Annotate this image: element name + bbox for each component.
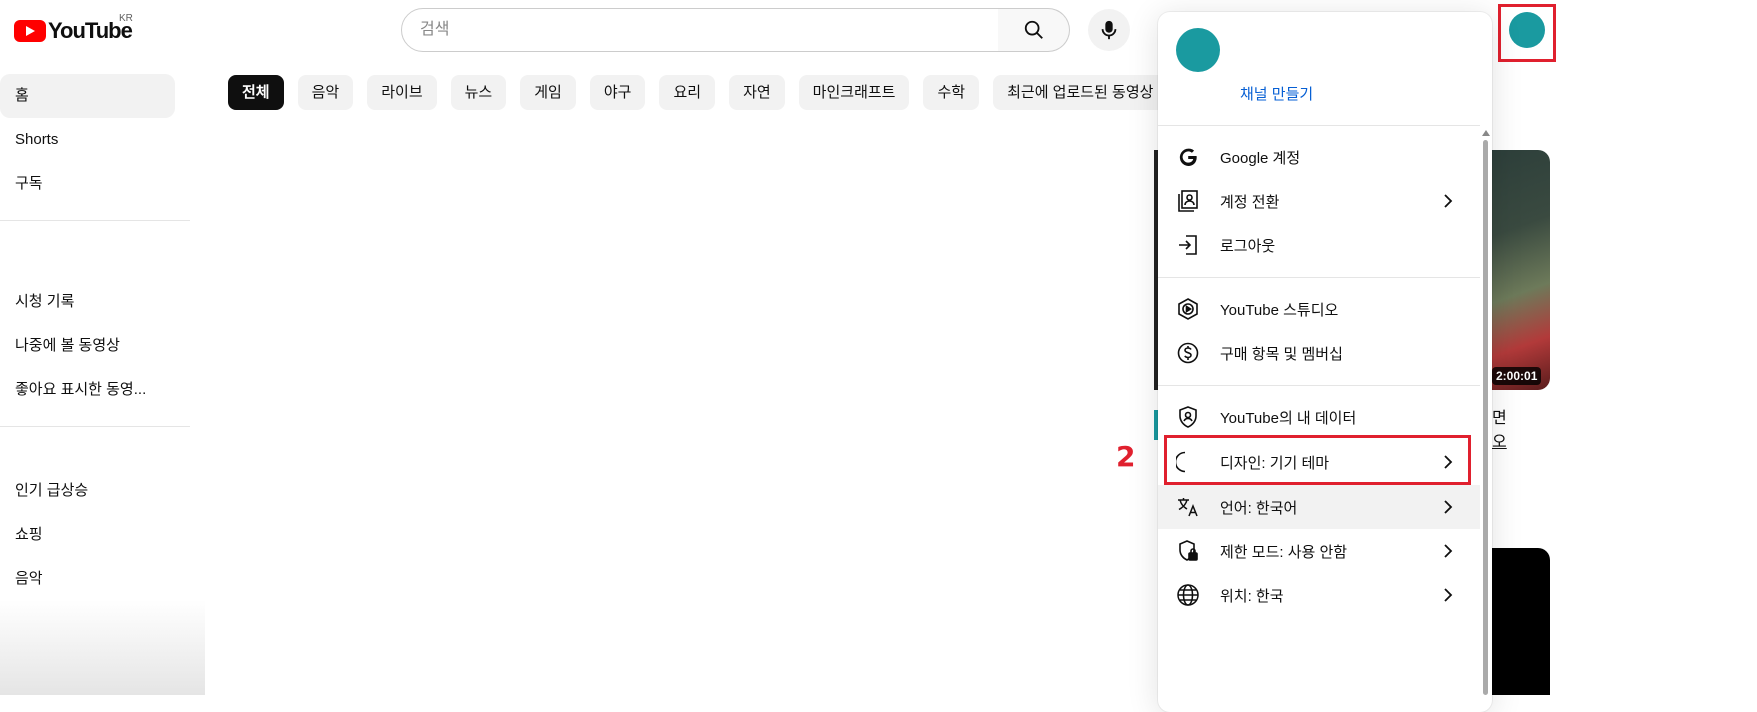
chip-live[interactable]: 라이브	[367, 75, 437, 110]
chevron-right-icon	[1440, 543, 1456, 559]
menu-divider	[1158, 277, 1480, 278]
sidebar-fade	[0, 600, 205, 695]
chip-cooking[interactable]: 요리	[659, 75, 716, 110]
chip-recently-uploaded[interactable]: 최근에 업로드된 동영상	[993, 75, 1168, 110]
menu-item-label: 위치: 한국	[1220, 587, 1284, 605]
category-chips: 전체 음악 라이브 뉴스 게임 야구 요리 자연 마인크래프트 수학 최근에 업…	[228, 75, 1168, 110]
menu-item-label: 구매 항목 및 멤버십	[1220, 345, 1343, 363]
sidebar-item-watch-later[interactable]: 나중에 볼 동영상	[0, 324, 175, 368]
menu-item-location[interactable]: 위치: 한국	[1158, 573, 1480, 617]
sidebar-item-home[interactable]: 홈	[0, 74, 175, 118]
menu-avatar	[1176, 28, 1220, 72]
annotation-number-2: 2	[1116, 440, 1136, 473]
search-icon	[1024, 20, 1043, 39]
menu-item-switch-account[interactable]: 계정 전환	[1158, 179, 1480, 223]
menu-divider	[1158, 385, 1480, 386]
chip-baseball[interactable]: 야구	[589, 75, 646, 110]
chip-news[interactable]: 뉴스	[450, 75, 507, 110]
studio-icon	[1175, 296, 1201, 322]
sidebar-item-shopping[interactable]: 쇼핑	[0, 513, 175, 557]
sidebar-item-shorts[interactable]: Shorts	[0, 118, 175, 162]
chevron-right-icon	[1440, 587, 1456, 603]
chip-math[interactable]: 수학	[923, 75, 980, 110]
chevron-right-icon	[1440, 499, 1456, 515]
dollar-icon	[1175, 340, 1201, 366]
restricted-icon	[1175, 538, 1201, 564]
chip-minecraft[interactable]: 마인크래프트	[798, 75, 910, 110]
sidebar-item-liked-videos[interactable]: 좋아요 표시한 동영...	[0, 368, 175, 412]
sign-out-icon	[1175, 232, 1201, 258]
sidebar-item-music[interactable]: 음악	[0, 557, 175, 601]
annotation-box-1	[1498, 4, 1556, 62]
sidebar: 홈 Shorts 구독 시청 기록 나중에 볼 동영상 좋아요 표시한 동영..…	[0, 74, 190, 601]
menu-item-restricted-mode[interactable]: 제한 모드: 사용 안함	[1158, 529, 1480, 573]
menu-item-label: 언어: 한국어	[1220, 499, 1298, 517]
chevron-right-icon	[1440, 193, 1456, 209]
region-code: KR	[119, 13, 133, 24]
sidebar-divider	[0, 426, 190, 427]
sidebar-divider	[0, 220, 190, 221]
translate-icon	[1175, 494, 1201, 520]
menu-item-label: YouTube 스튜디오	[1220, 301, 1339, 319]
sidebar-item-history[interactable]: 시청 기록	[0, 280, 175, 324]
menu-item-your-data[interactable]: YouTube의 내 데이터	[1158, 395, 1480, 439]
account-menu: 채널 만들기 Google 계정 계정 전환 로그아웃 YouTube 스튜디오	[1158, 12, 1492, 712]
voice-search-button[interactable]	[1088, 9, 1130, 51]
menu-item-youtube-studio[interactable]: YouTube 스튜디오	[1158, 287, 1480, 331]
menu-item-label: 로그아웃	[1220, 237, 1276, 255]
annotation-box-2	[1164, 435, 1471, 485]
chip-nature[interactable]: 자연	[729, 75, 785, 110]
switch-account-icon	[1175, 188, 1201, 214]
menu-item-sign-out[interactable]: 로그아웃	[1158, 223, 1480, 267]
menu-item-google-account[interactable]: Google 계정	[1158, 135, 1480, 179]
menu-item-language[interactable]: 언어: 한국어	[1158, 485, 1480, 529]
channel-name-fragment[interactable]: 오	[1492, 428, 1507, 452]
video-title-fragment[interactable]: 면	[1492, 404, 1507, 428]
menu-scrollbar[interactable]	[1483, 140, 1488, 695]
microphone-icon	[1101, 20, 1117, 40]
sidebar-item-subscriptions[interactable]: 구독	[0, 162, 175, 206]
sidebar-item-trending[interactable]: 인기 급상승	[0, 469, 175, 513]
chip-gaming[interactable]: 게임	[520, 75, 576, 110]
shield-user-icon	[1175, 404, 1201, 430]
globe-icon	[1175, 582, 1201, 608]
scroll-up-arrow-icon[interactable]	[1482, 130, 1490, 136]
menu-item-label: 계정 전환	[1220, 193, 1280, 211]
menu-item-purchases[interactable]: 구매 항목 및 멤버십	[1158, 331, 1480, 375]
search-button[interactable]	[998, 8, 1070, 52]
search-input[interactable]: 검색	[401, 8, 999, 52]
chip-music[interactable]: 음악	[297, 75, 354, 110]
menu-item-label: Google 계정	[1220, 149, 1301, 167]
google-icon	[1175, 144, 1201, 170]
chip-all[interactable]: 전체	[228, 75, 284, 110]
video-duration-badge: 2:00:01	[1492, 367, 1542, 385]
menu-item-label: YouTube의 내 데이터	[1220, 409, 1357, 427]
create-channel-link[interactable]: 채널 만들기	[1240, 83, 1313, 104]
menu-item-label: 제한 모드: 사용 안함	[1220, 543, 1348, 561]
menu-divider	[1158, 125, 1480, 126]
youtube-play-icon	[14, 20, 46, 42]
youtube-logo[interactable]: YouTube	[14, 18, 133, 44]
